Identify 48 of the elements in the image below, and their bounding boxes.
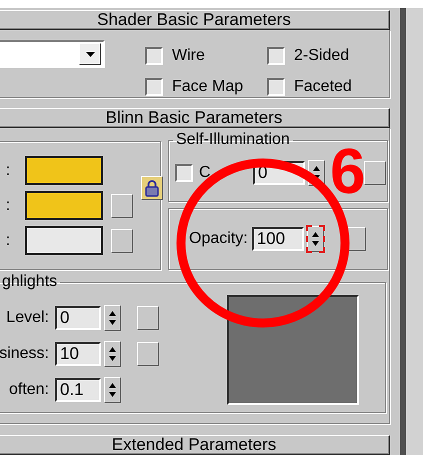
checkbox[interactable] — [267, 46, 285, 65]
number-field[interactable]: 100 — [252, 227, 304, 251]
spinner-arrows-icon — [108, 381, 117, 399]
shader-dropdown[interactable] — [0, 40, 105, 68]
field-label: : — [4, 162, 12, 180]
spinner-arrows-icon — [108, 345, 117, 363]
field-label: : — [4, 196, 12, 214]
checkbox[interactable] — [145, 46, 163, 65]
group-title: ghlights — [1, 273, 58, 291]
color-swatch[interactable] — [25, 156, 103, 185]
scrollbar-track[interactable] — [406, 8, 423, 455]
checkbox-label: Wire — [172, 46, 205, 65]
spinner-button[interactable] — [104, 305, 121, 331]
padlock-icon — [145, 179, 159, 197]
rollout-header[interactable]: Extended Parameters — [0, 435, 390, 455]
map-button[interactable] — [111, 228, 133, 252]
spinner-button[interactable] — [104, 341, 121, 367]
group-title: Self-Illumination — [175, 131, 291, 149]
number-field[interactable]: 10 — [55, 342, 101, 366]
annotation-number: 6 — [330, 136, 366, 206]
color-swatch[interactable] — [25, 226, 103, 255]
map-button[interactable] — [137, 342, 159, 366]
checkbox-label: Face Map — [172, 78, 244, 96]
map-button[interactable] — [111, 194, 133, 218]
field-label: : — [4, 232, 12, 250]
rollout-header[interactable]: Shader Basic Parameters — [0, 10, 390, 30]
field-label: often: — [8, 381, 49, 399]
lock-button[interactable] — [141, 176, 163, 200]
rollout-header[interactable]: Blinn Basic Parameters — [0, 108, 390, 128]
checkbox-label: C — [199, 164, 211, 182]
spinner-button[interactable] — [306, 226, 324, 252]
map-button[interactable] — [364, 161, 386, 185]
spinner-arrows-icon — [310, 230, 320, 248]
spinner-button[interactable] — [104, 377, 121, 403]
checkbox[interactable] — [145, 78, 163, 96]
color-swatch[interactable] — [25, 191, 103, 220]
map-button[interactable] — [137, 306, 159, 330]
caret-icon — [86, 52, 94, 56]
checkbox-label: 2-Sided — [294, 46, 350, 65]
spinner-arrows-icon — [108, 309, 117, 327]
number-field[interactable]: 0 — [55, 306, 101, 330]
field-label: Level: — [6, 309, 49, 327]
checkbox-label: Faceted — [294, 78, 352, 96]
opacity-label: Opacity: — [189, 230, 248, 248]
field-label: siness: — [0, 345, 49, 363]
number-field[interactable]: 0.1 — [55, 378, 101, 402]
checkbox[interactable] — [267, 78, 285, 96]
checkbox[interactable] — [175, 164, 193, 182]
